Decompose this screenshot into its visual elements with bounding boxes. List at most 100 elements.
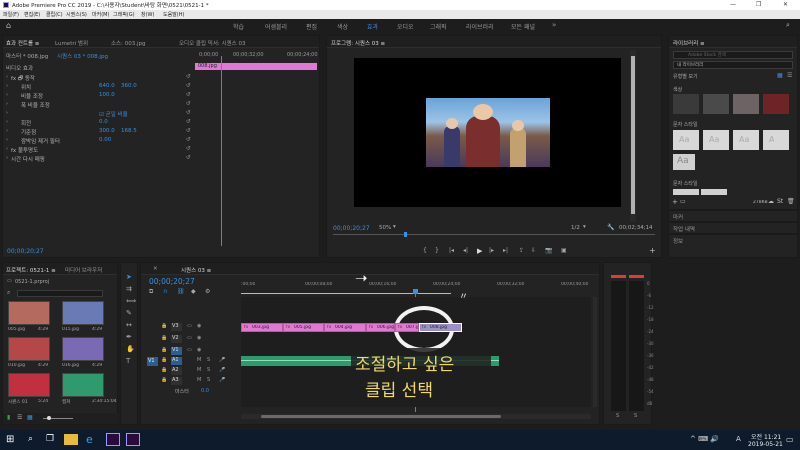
track-lock-icon[interactable]: 🔒: [161, 357, 167, 363]
work-area-bar[interactable]: [241, 293, 451, 294]
track-select-tool-icon[interactable]: ⇉: [126, 285, 132, 293]
program-timecode[interactable]: 00;00;20;27: [333, 225, 370, 232]
ec-row-arrow-icon[interactable]: ›: [6, 92, 8, 98]
track-lock-icon[interactable]: 🔒: [161, 323, 167, 329]
windows-start-icon[interactable]: ⊞: [6, 434, 14, 445]
menu-help[interactable]: 도움말(H): [163, 11, 184, 18]
char-style-tile[interactable]: A: [763, 130, 789, 150]
program-canvas[interactable]: [354, 58, 621, 207]
history-tab[interactable]: 작업 내역: [673, 225, 695, 233]
file-explorer-icon[interactable]: [64, 434, 78, 445]
project-search-icon[interactable]: ⌕: [7, 289, 10, 297]
menu-marker[interactable]: 마커(M): [92, 11, 109, 18]
meter-clip-indicator-left[interactable]: [611, 275, 626, 278]
system-tray[interactable]: ^ ⌨ 🔊: [690, 435, 719, 443]
snap-icon[interactable]: ∩: [163, 288, 167, 295]
markers-tab[interactable]: 마커: [673, 213, 683, 221]
home-icon[interactable]: ⌂: [6, 21, 11, 30]
para-style-tile-2[interactable]: [701, 189, 727, 195]
track-lock-icon[interactable]: 🔒: [161, 335, 167, 341]
track-mute-icon[interactable]: M: [197, 377, 201, 383]
workspace-assembly[interactable]: 어셈블리: [265, 22, 287, 31]
ec-clip-bar[interactable]: 008.jpg: [195, 63, 317, 70]
video-track-target[interactable]: V3: [171, 323, 182, 331]
edge-browser-icon[interactable]: e: [86, 433, 93, 446]
monitor-scrollbar-thumb[interactable]: [631, 56, 635, 214]
ec-row-arrow-icon[interactable]: ›: [6, 146, 8, 152]
zoom-slider-thumb[interactable]: [47, 416, 51, 420]
ec-playhead[interactable]: [221, 56, 222, 246]
quality-dropdown[interactable]: 1/2: [571, 225, 580, 231]
color-swatch[interactable]: [673, 94, 699, 114]
program-monitor-title[interactable]: 프로그램: 시퀀스 03 ≡: [331, 39, 385, 47]
workspace-learn[interactable]: 학습: [233, 22, 244, 31]
step-forward-icon[interactable]: |▸: [489, 247, 494, 254]
menu-clip[interactable]: 클립(C): [46, 11, 63, 18]
timeline-h-scrollbar-thumb[interactable]: [261, 415, 501, 418]
lock-icon[interactable]: ▮: [7, 414, 10, 421]
ec-reset-icon[interactable]: ↺: [186, 83, 191, 89]
menu-window[interactable]: 창(W): [141, 11, 154, 18]
tab-lumetri-scopes[interactable]: Lumetri 범위: [55, 39, 88, 47]
mark-in-icon[interactable]: {: [423, 247, 427, 254]
track-eye-icon[interactable]: ◉: [197, 335, 201, 341]
workspace-effects[interactable]: 효과: [367, 22, 378, 31]
track-mute-icon[interactable]: M: [197, 367, 201, 373]
ec-row-arrow-icon[interactable]: ›: [6, 119, 8, 125]
ec-reset-icon[interactable]: ↺: [186, 137, 191, 143]
video-clip[interactable]: fx 005.jpg: [283, 323, 324, 332]
workspace-more-icon[interactable]: »: [552, 21, 556, 29]
workspace-all-panels[interactable]: 모든 패널: [511, 22, 535, 31]
ec-row-value-1[interactable]: 100.0: [99, 92, 115, 98]
hand-tool-icon[interactable]: ✋: [126, 345, 135, 353]
tab-source[interactable]: 소스: 003.jpg: [111, 39, 145, 47]
char-style-tile[interactable]: Aa: [733, 130, 759, 150]
folder-icon[interactable]: ▭: [680, 198, 686, 205]
extract-icon[interactable]: ⇩: [531, 247, 536, 254]
taskbar-search-icon[interactable]: ⌕: [28, 434, 33, 444]
project-search-input[interactable]: [17, 290, 103, 297]
stock-icon[interactable]: St: [777, 198, 783, 205]
track-mic-icon[interactable]: 🎤: [219, 377, 225, 383]
maximize-button[interactable]: ❐: [756, 1, 761, 8]
quality-chevron-icon[interactable]: ▾: [583, 224, 586, 230]
audio-track-target[interactable]: A3: [171, 377, 182, 385]
color-swatch[interactable]: [733, 94, 759, 114]
timeline-tab-close[interactable]: ✕: [153, 266, 158, 272]
add-button-icon[interactable]: +: [649, 246, 656, 255]
project-item-thumbnail[interactable]: [62, 301, 104, 325]
info-tab[interactable]: 정보: [673, 237, 683, 245]
track-sync-icon[interactable]: ▭: [187, 335, 192, 341]
premiere-taskbar-icon-2[interactable]: [126, 433, 140, 446]
pen-tool-icon[interactable]: ✒: [126, 333, 132, 341]
track-mute-icon[interactable]: M: [197, 357, 201, 363]
goto-in-icon[interactable]: |◂: [449, 247, 454, 254]
meter-solo-left[interactable]: S: [616, 413, 619, 419]
step-back-icon[interactable]: ◂|: [463, 247, 468, 254]
linked-selection-icon[interactable]: ⛓: [177, 288, 185, 295]
para-style-tile[interactable]: [673, 189, 699, 195]
sequence-breadcrumb[interactable]: 시퀀스 03 * 008.jpg: [57, 52, 108, 60]
tab-effect-controls[interactable]: 효과 컨트롤 ≡: [6, 39, 39, 47]
master-track-value[interactable]: 0.0: [201, 388, 209, 394]
menu-sequence[interactable]: 시퀀스(S): [66, 11, 87, 18]
play-icon[interactable]: ▶: [477, 247, 482, 255]
ec-row-arrow-icon[interactable]: ›: [6, 155, 8, 161]
ec-row-value-2[interactable]: 168.5: [121, 128, 137, 134]
workspace-edit[interactable]: 편집: [306, 22, 317, 31]
fit-dropdown[interactable]: 50%: [379, 225, 391, 231]
task-view-icon[interactable]: ❐: [46, 434, 54, 444]
icon-view-icon[interactable]: ▦: [27, 414, 33, 421]
goto-out-icon[interactable]: ▸|: [503, 247, 508, 254]
ec-row-value-1[interactable]: 300.0: [99, 128, 115, 134]
fit-chevron-icon[interactable]: ▾: [393, 224, 396, 230]
track-mic-icon[interactable]: 🎤: [219, 367, 225, 373]
clock-date[interactable]: 2019-05-21: [748, 441, 783, 448]
meter-clip-indicator-right[interactable]: [629, 275, 644, 278]
search-icon[interactable]: ⌕: [786, 21, 790, 30]
audio-track-target[interactable]: A2: [171, 367, 182, 375]
view-by-type[interactable]: 유형별 보기: [673, 73, 698, 80]
ec-row-value-1[interactable]: ☑ 균일 비율: [99, 110, 128, 118]
slip-tool-icon[interactable]: ↔: [126, 321, 132, 329]
project-item-thumbnail[interactable]: [62, 337, 104, 361]
